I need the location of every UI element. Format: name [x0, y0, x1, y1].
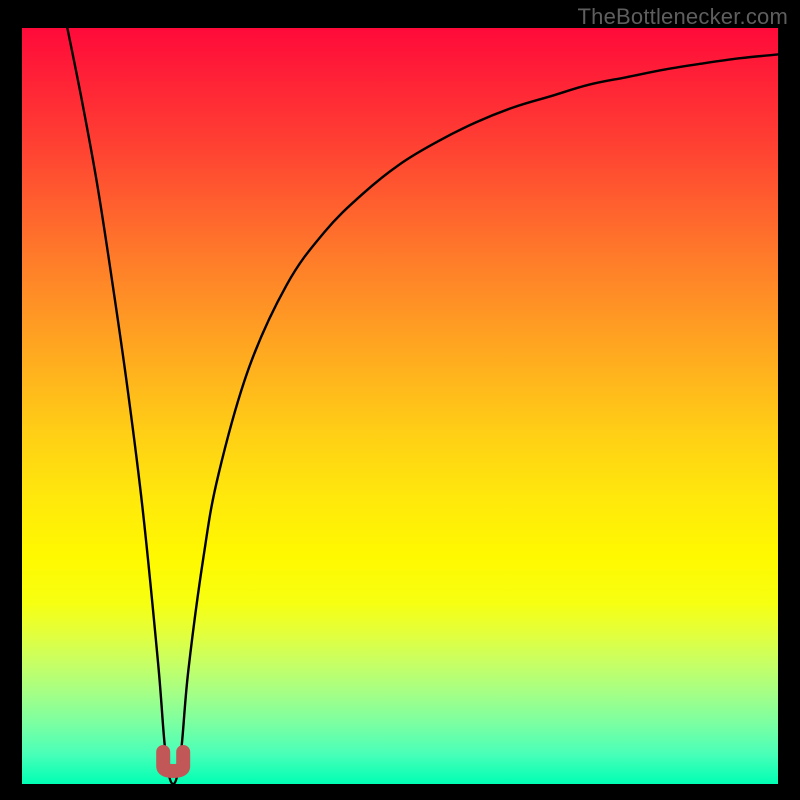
- optimal-marker: [163, 752, 183, 771]
- bottleneck-curve: [67, 28, 778, 784]
- curve-layer: [22, 28, 778, 784]
- chart-frame: TheBottlenecker.com: [0, 0, 800, 800]
- plot-area: [22, 28, 778, 784]
- attribution-label: TheBottlenecker.com: [578, 4, 788, 30]
